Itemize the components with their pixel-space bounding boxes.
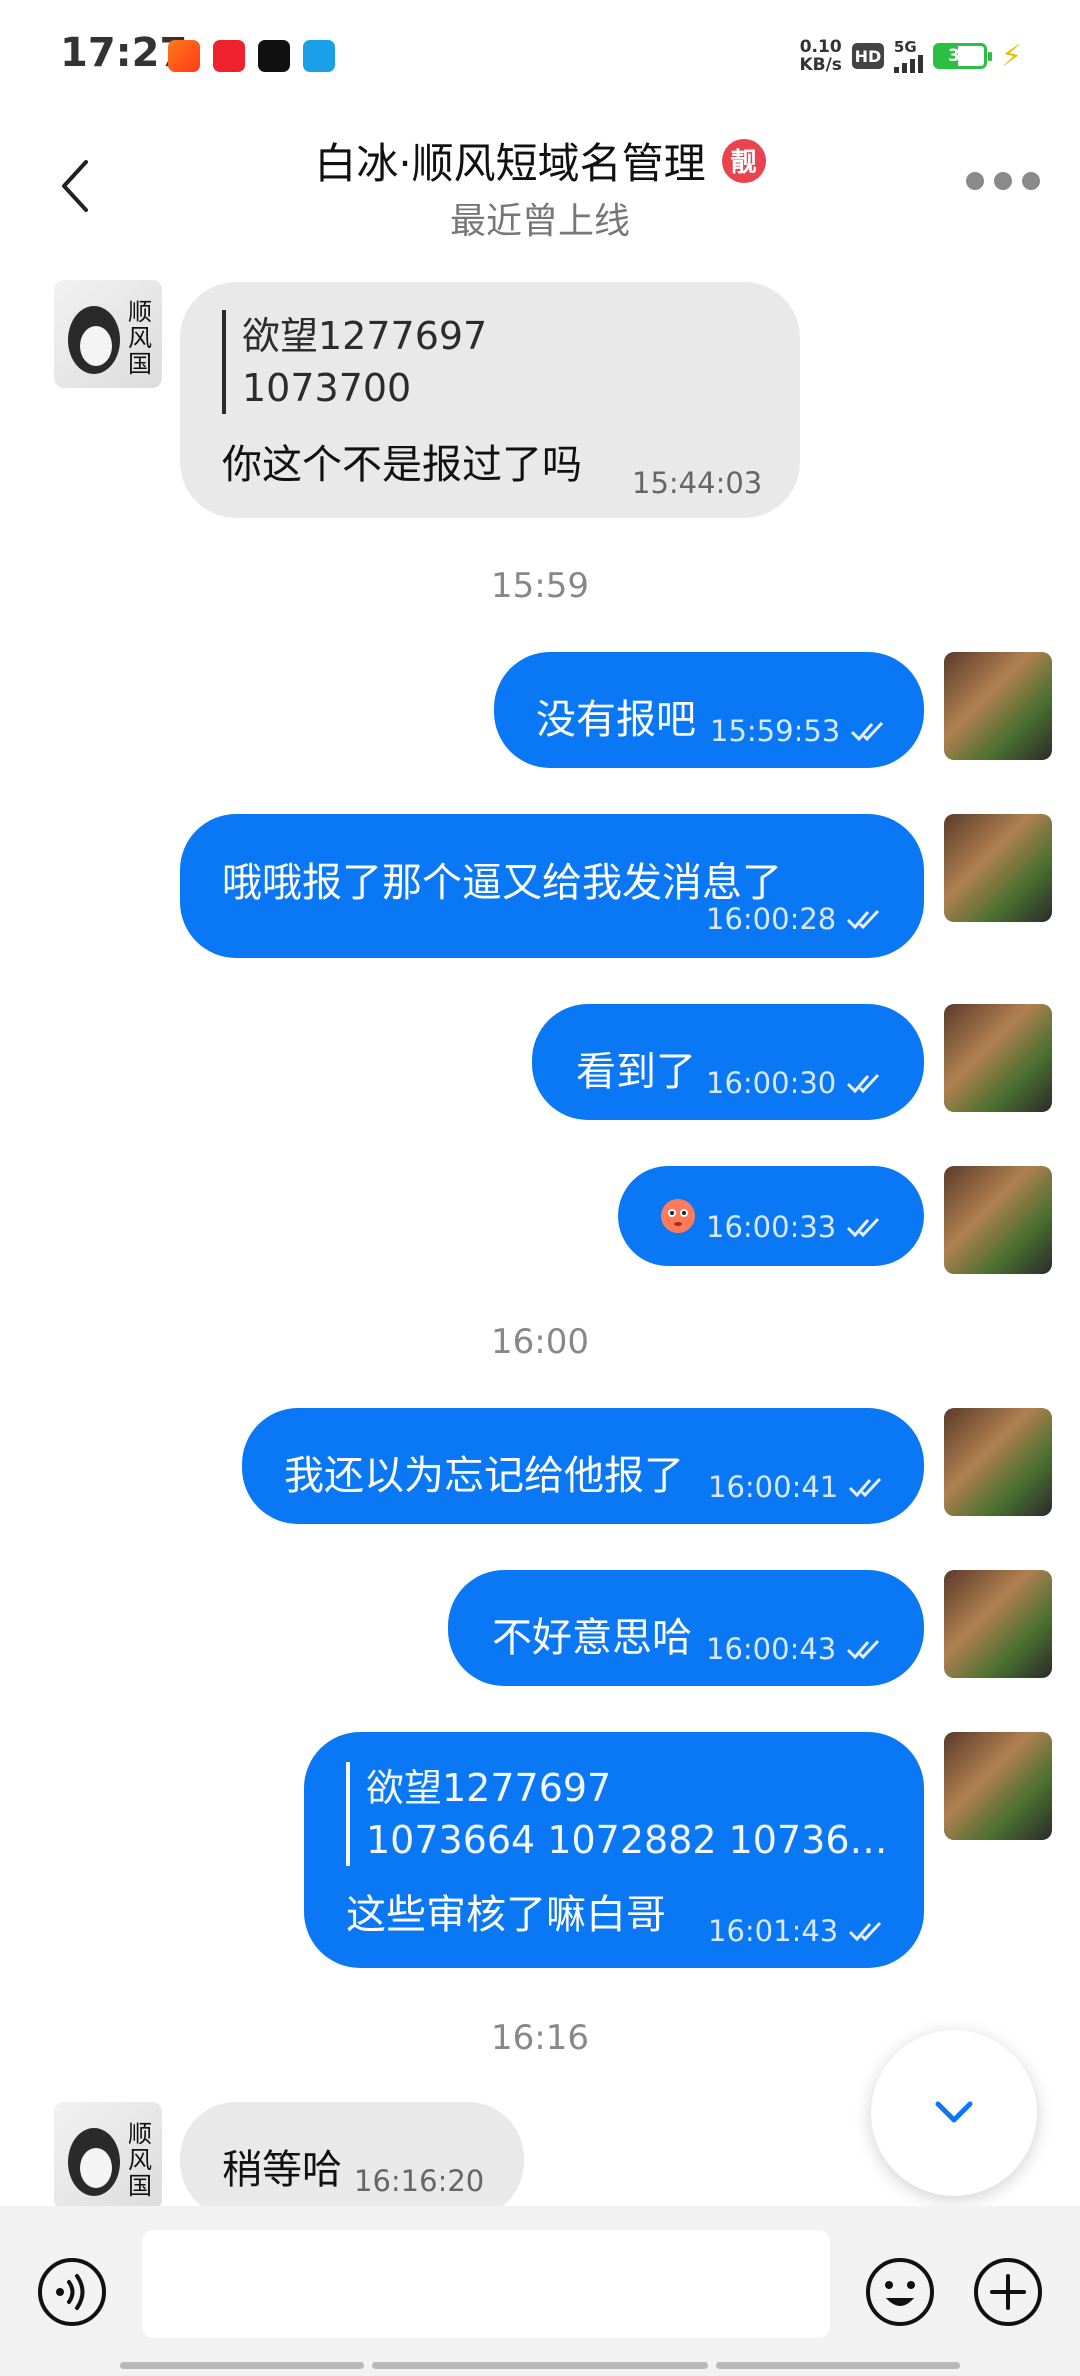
chat-header: 白冰·顺风短域名管理 靓 最近曾上线 [0, 110, 1080, 260]
message-bubble-outgoing[interactable]: 没有报吧 15:59:53 [494, 652, 924, 768]
message-time: 16:00:41 [708, 1470, 888, 1504]
read-ticks-icon [847, 1073, 880, 1094]
message-bubble-outgoing[interactable]: 我还以为忘记给他报了 16:00:41 [242, 1408, 924, 1524]
my-avatar[interactable] [944, 1570, 1052, 1678]
status-bar: 17:27 0.10 KB/s HD 5G 33 ⚡ [0, 0, 1080, 110]
message-text: 我还以为忘记给他报了 [284, 1453, 684, 1499]
chat-title[interactable]: 白冰·顺风短域名管理 [314, 130, 705, 191]
quoted-message: 欲望1277697 1073664 1072882 10736… [346, 1762, 888, 1866]
read-ticks-icon [849, 1477, 882, 1498]
message-timestamp: 16:00:28 [706, 902, 837, 936]
signal-label: 5G [893, 37, 917, 56]
svg-text:顺: 顺 [128, 2120, 152, 2148]
add-attachment-icon[interactable] [972, 2256, 1044, 2328]
svg-text:国: 国 [128, 2172, 152, 2200]
message-time: 16:16:20 [354, 2164, 484, 2198]
chat-screen: 17:27 0.10 KB/s HD 5G 33 ⚡ 白冰·顺风短域名管理 靓 … [0, 0, 1080, 2376]
my-avatar[interactable] [944, 1166, 1052, 1274]
contact-avatar[interactable]: 顺 风 国 [54, 2102, 162, 2210]
message-time: 16:00:28 [706, 902, 886, 936]
network-speed-unit: KB/s [799, 55, 842, 75]
message-text: 没有报吧 [536, 697, 696, 743]
message-timestamp: 15:44:03 [632, 466, 763, 500]
network-speed-value: 0.10 [799, 37, 842, 57]
message-text: 稍等哈 [222, 2147, 342, 2193]
message-bubble-outgoing[interactable]: 看到了 16:00:30 [532, 1004, 924, 1120]
wifi-app-icon [303, 40, 335, 72]
music-app-icon [258, 40, 290, 72]
vip-badge-icon: 靓 [721, 138, 766, 183]
message-input[interactable] [142, 2230, 830, 2338]
svg-text:顺: 顺 [128, 298, 152, 326]
message-timestamp: 16:01:43 [708, 1914, 839, 1948]
video-app-icon [213, 40, 245, 72]
navigation-gesture-bar [0, 2362, 1080, 2370]
message-time: 16:00:33 [706, 1210, 886, 1244]
message-time: 16:00:30 [706, 1066, 886, 1100]
network-speed: 0.10 KB/s [799, 38, 841, 74]
status-indicators: 0.10 KB/s HD 5G 33 ⚡ [799, 38, 1022, 74]
app-notification-icon [168, 40, 200, 72]
contact-avatar[interactable]: 顺 风 国 [54, 280, 162, 388]
more-options-icon[interactable] [966, 172, 1040, 190]
svg-text:国: 国 [128, 350, 152, 378]
read-ticks-icon [847, 1217, 880, 1238]
svg-text:风: 风 [128, 2146, 152, 2174]
my-avatar[interactable] [944, 1732, 1052, 1840]
read-ticks-icon [851, 721, 884, 742]
my-avatar[interactable] [944, 1408, 1052, 1516]
message-input-bar [0, 2206, 1080, 2376]
read-ticks-icon [847, 909, 880, 930]
chat-title-row: 白冰·顺风短域名管理 靓 [0, 130, 1080, 191]
message-time: 16:01:43 [708, 1914, 888, 1948]
message-time: 16:00:43 [706, 1632, 886, 1666]
svg-text:风: 风 [128, 324, 152, 352]
message-bubble-incoming[interactable]: 欲望1277697 1073700 你这个不是报过了吗 15:44:03 [180, 282, 800, 518]
message-bubble-incoming[interactable]: 稍等哈 16:16:20 [180, 2102, 524, 2218]
hd-icon: HD [851, 43, 884, 69]
notification-icons [168, 40, 335, 72]
my-avatar[interactable] [944, 652, 1052, 760]
message-timestamp: 16:00:30 [706, 1066, 837, 1100]
message-bubble-outgoing[interactable]: 哦哦报了那个逼又给我发消息了 16:00:28 [180, 814, 924, 958]
message-text: 哦哦报了那个逼又给我发消息了 [222, 860, 782, 906]
message-timestamp: 16:00:43 [706, 1632, 837, 1666]
emoji-picker-icon[interactable] [864, 2256, 936, 2328]
time-separator: 16:00 [491, 1322, 589, 1362]
battery-icon: 33 [932, 43, 992, 69]
scroll-to-bottom-button[interactable] [871, 2030, 1037, 2196]
quoted-message: 欲望1277697 1073700 [222, 310, 487, 414]
message-bubble-outgoing[interactable]: 不好意思哈 16:00:43 [448, 1570, 924, 1686]
my-avatar[interactable] [944, 1004, 1052, 1112]
message-timestamp: 16:16:20 [354, 2164, 485, 2198]
my-avatar[interactable] [944, 814, 1052, 922]
voice-input-icon[interactable] [36, 2256, 108, 2328]
chevron-down-icon [935, 2101, 973, 2123]
time-separator: 15:59 [491, 566, 589, 606]
message-text: 看到了 [576, 1049, 696, 1095]
message-bubble-outgoing[interactable]: 16:00:33 [618, 1166, 924, 1266]
charging-icon: ⚡ [1000, 38, 1022, 74]
message-text: 这些审核了嘛白哥 [346, 1892, 666, 1938]
message-time: 15:44:03 [632, 466, 762, 500]
message-timestamp: 16:00:41 [708, 1470, 839, 1504]
message-text: 不好意思哈 [492, 1615, 692, 1661]
read-ticks-icon [847, 1639, 880, 1660]
message-timestamp: 15:59:53 [710, 714, 841, 748]
message-bubble-outgoing[interactable]: 欲望1277697 1073664 1072882 10736… 这些审核了嘛白… [304, 1732, 924, 1968]
online-status: 最近曾上线 [449, 201, 630, 242]
message-text: 你这个不是报过了吗 [222, 442, 582, 488]
message-time: 15:59:53 [710, 714, 890, 748]
emoji-face-icon [661, 1199, 695, 1233]
message-timestamp: 16:00:33 [706, 1210, 837, 1244]
battery-percent: 33 [948, 46, 972, 66]
read-ticks-icon [849, 1921, 882, 1942]
signal-icon: 5G [893, 37, 923, 73]
